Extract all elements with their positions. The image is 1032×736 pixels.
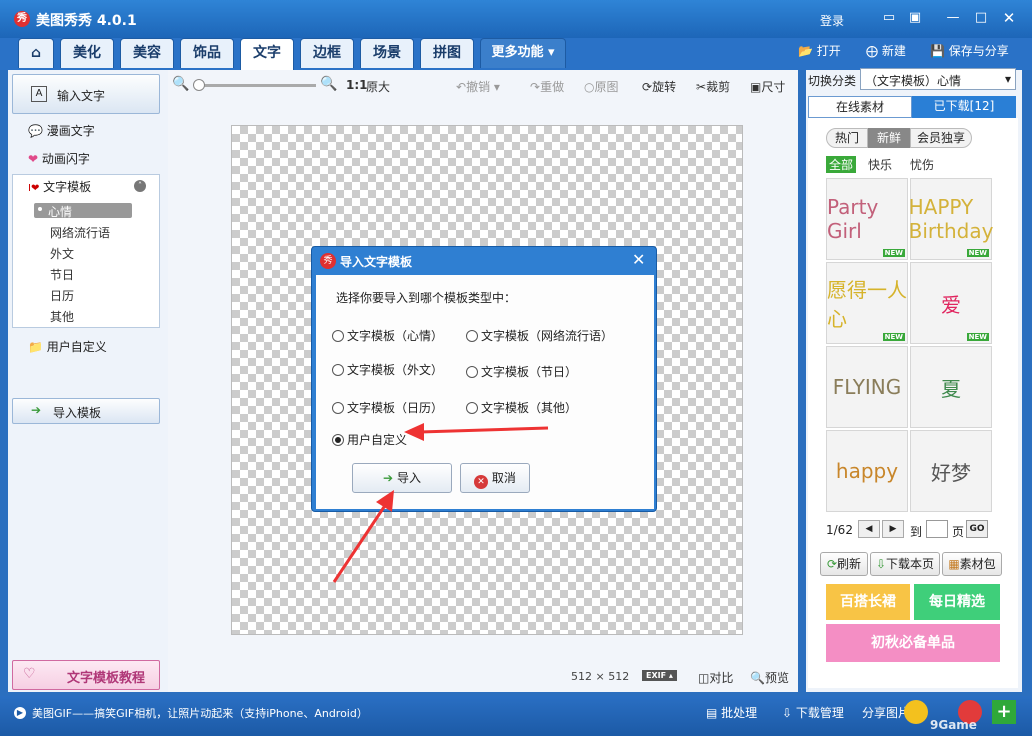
annotation-arrows (332, 423, 549, 583)
arrow-head-to-import (376, 490, 394, 512)
arrow-line-to-user-custom (419, 426, 549, 434)
arrow-line-to-import (332, 503, 388, 583)
arrow-head-to-user-custom (404, 423, 424, 441)
